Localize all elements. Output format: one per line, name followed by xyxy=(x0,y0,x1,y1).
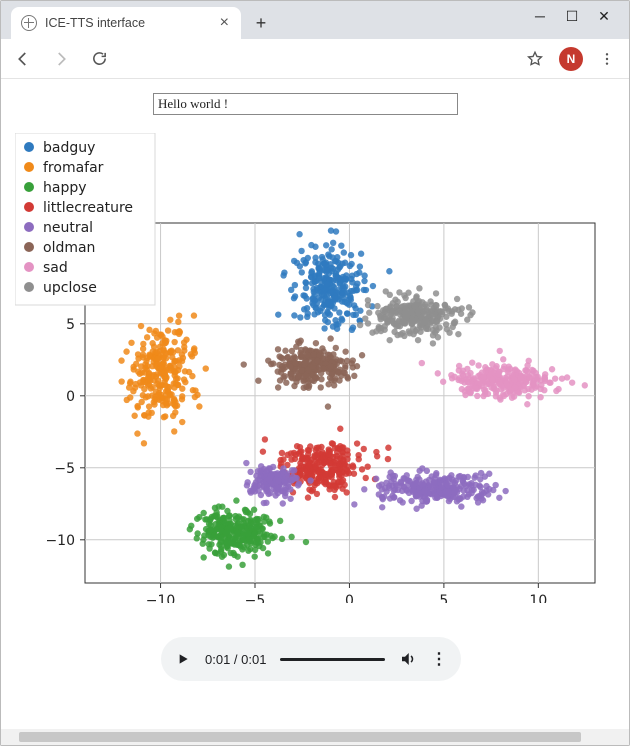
tts-text-input[interactable] xyxy=(153,93,458,115)
new-tab-button[interactable]: + xyxy=(247,9,275,37)
maximize-icon[interactable]: ☐ xyxy=(565,9,579,23)
svg-text:0: 0 xyxy=(345,593,354,603)
browser-toolbar: N xyxy=(1,39,629,79)
globe-icon xyxy=(21,15,37,31)
reload-button[interactable] xyxy=(85,45,113,73)
play-icon[interactable] xyxy=(175,651,191,667)
minimize-icon[interactable]: ─ xyxy=(533,9,547,23)
svg-text:oldman: oldman xyxy=(43,240,95,256)
svg-text:5: 5 xyxy=(439,593,448,603)
audio-time-display: 0:01 / 0:01 xyxy=(205,652,266,667)
close-icon[interactable]: × xyxy=(218,14,231,32)
audio-seek-slider[interactable] xyxy=(280,658,385,661)
svg-text:sad: sad xyxy=(43,260,68,276)
svg-text:happy: happy xyxy=(43,180,87,196)
horizontal-scrollbar[interactable] xyxy=(1,729,629,745)
star-icon[interactable] xyxy=(521,45,549,73)
window-controls: ─ ☐ ✕ xyxy=(519,1,625,31)
forward-button[interactable] xyxy=(47,45,75,73)
avatar-letter: N xyxy=(567,52,576,66)
svg-text:−10: −10 xyxy=(45,533,75,549)
profile-avatar[interactable]: N xyxy=(559,47,583,71)
page-content: −10 −5 0 5 10 −10 −5 0 5 badguy fromafar happy littl… xyxy=(1,79,629,729)
svg-text:fromafar: fromafar xyxy=(43,160,104,176)
window-titlebar: ICE-TTS interface × + ─ ☐ ✕ xyxy=(1,1,629,39)
scrollbar-thumb[interactable] xyxy=(19,732,581,742)
tab-title: ICE-TTS interface xyxy=(45,16,210,30)
svg-text:neutral: neutral xyxy=(43,220,93,236)
close-window-icon[interactable]: ✕ xyxy=(597,9,611,23)
svg-text:upclose: upclose xyxy=(43,280,97,296)
volume-icon[interactable] xyxy=(399,650,417,668)
browser-window: ICE-TTS interface × + ─ ☐ ✕ N xyxy=(0,0,630,746)
audio-menu-icon[interactable]: ⋮ xyxy=(431,649,447,669)
svg-text:−10: −10 xyxy=(146,593,176,603)
svg-text:0: 0 xyxy=(66,389,75,405)
scatter-chart[interactable]: −10 −5 0 5 10 −10 −5 0 5 badguy fromafar happy littl… xyxy=(15,133,605,603)
tab-strip: ICE-TTS interface × + xyxy=(1,1,275,39)
svg-text:badguy: badguy xyxy=(43,140,95,156)
back-button[interactable] xyxy=(9,45,37,73)
browser-tab[interactable]: ICE-TTS interface × xyxy=(11,7,241,39)
svg-text:5: 5 xyxy=(66,317,75,333)
svg-text:−5: −5 xyxy=(54,461,75,477)
svg-text:littlecreature: littlecreature xyxy=(43,200,133,216)
audio-player: 0:01 / 0:01 ⋮ xyxy=(161,637,461,681)
svg-text:10: 10 xyxy=(529,593,547,603)
svg-text:−5: −5 xyxy=(245,593,266,603)
kebab-menu-icon[interactable] xyxy=(593,45,621,73)
